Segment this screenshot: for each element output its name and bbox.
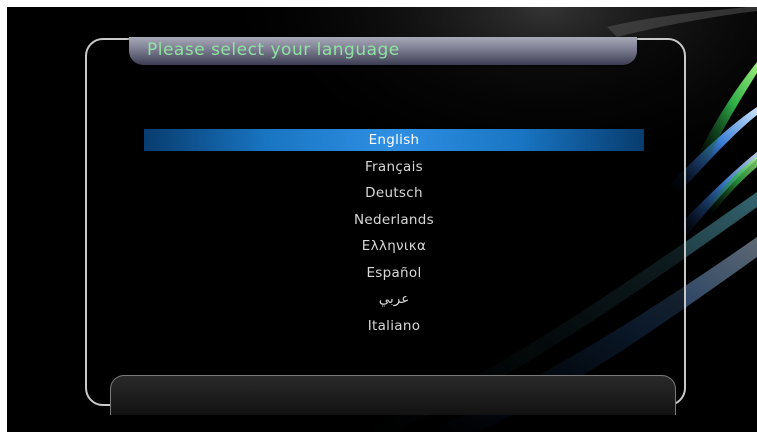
language-label: Español — [366, 264, 422, 281]
language-label: Français — [364, 158, 424, 175]
language-label: English — [144, 129, 644, 151]
language-list: English Français Deutsch Nederlands Ελλη… — [144, 129, 644, 341]
language-label: عربي — [378, 291, 410, 307]
language-option-english[interactable]: English — [144, 129, 644, 156]
language-option-deutsch[interactable]: Deutsch — [144, 182, 644, 209]
language-option-greek[interactable]: Ελληνικα — [144, 235, 644, 262]
language-label: Deutsch — [365, 185, 423, 201]
language-option-italiano[interactable]: Italiano — [144, 315, 644, 342]
language-dialog: Please select your language English Fran… — [85, 37, 686, 415]
language-label: Italiano — [367, 317, 421, 334]
language-label: Ελληνικα — [361, 238, 427, 254]
info-bar — [110, 375, 676, 415]
language-option-arabic[interactable]: عربي — [144, 288, 644, 315]
dialog-title-bar: Please select your language — [129, 37, 637, 65]
language-label: Nederlands — [353, 211, 434, 228]
language-option-espanol[interactable]: Español — [144, 262, 644, 289]
language-option-nederlands[interactable]: Nederlands — [144, 209, 644, 236]
dialog-title: Please select your language — [147, 40, 400, 60]
tv-screen: Please select your language English Fran… — [7, 7, 757, 432]
language-option-francais[interactable]: Français — [144, 156, 644, 183]
